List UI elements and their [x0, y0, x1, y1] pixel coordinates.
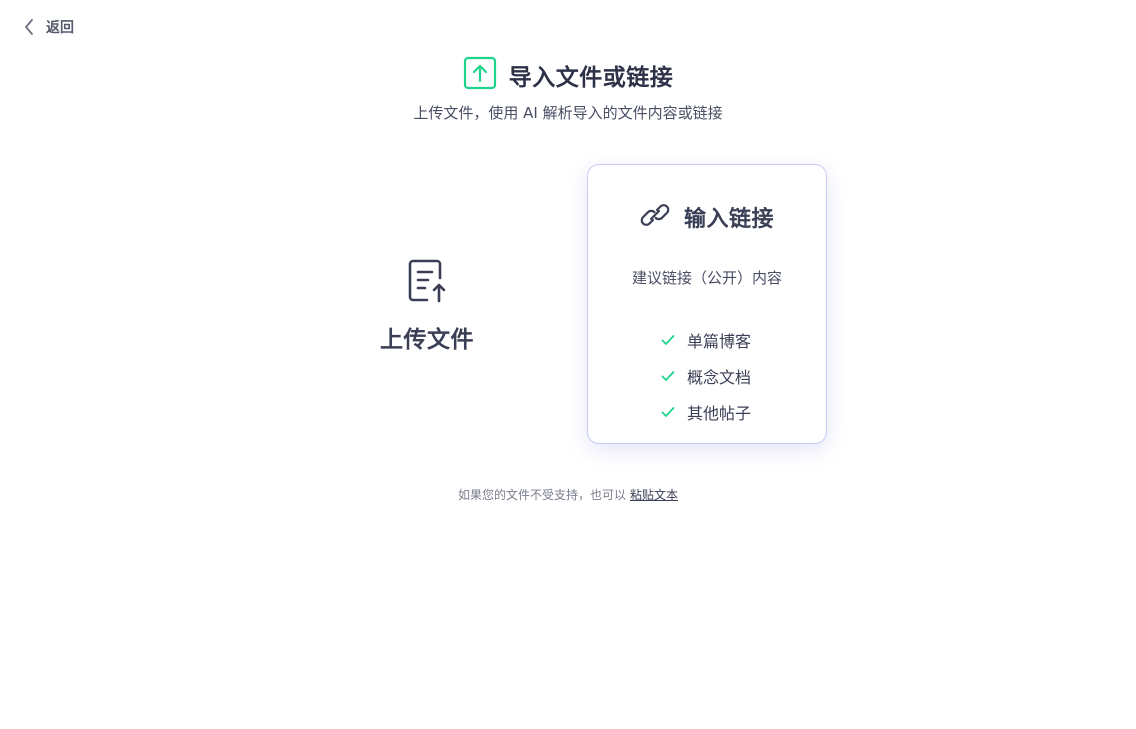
- check-icon: [661, 331, 675, 350]
- check-icon: [661, 367, 675, 386]
- link-icon: [640, 203, 670, 231]
- back-button[interactable]: 返回: [20, 16, 74, 38]
- paste-text-link[interactable]: 粘贴文本: [630, 488, 678, 502]
- file-upload-icon: [405, 254, 449, 310]
- link-card-title: 输入链接: [683, 207, 774, 232]
- page-title: 导入文件或链接: [508, 65, 674, 91]
- list-item-label: 单篇博客: [687, 332, 752, 351]
- page-subtitle: 上传文件，使用 AI 解析导入的文件内容或链接: [413, 104, 723, 122]
- link-card-description: 建议链接（公开）内容: [631, 269, 782, 287]
- footer-text: 如果您的文件不受支持，也可以: [457, 488, 626, 502]
- footer-note: 如果您的文件不受支持，也可以 粘贴文本: [0, 486, 1136, 503]
- check-icon: [661, 403, 675, 422]
- back-label: 返回: [46, 20, 74, 36]
- upload-arrow-icon: [463, 56, 497, 94]
- list-item-label: 概念文档: [687, 368, 752, 387]
- upload-file-option[interactable]: 上传文件: [370, 254, 484, 354]
- chevron-left-icon: [20, 16, 38, 38]
- list-item: 其他帖子: [661, 394, 751, 430]
- upload-file-label: 上传文件: [380, 327, 474, 353]
- page-header: 导入文件或链接: [0, 56, 1136, 94]
- list-item-label: 其他帖子: [687, 404, 752, 423]
- link-card-header: 输入链接: [588, 201, 826, 233]
- list-item: 单篇博客: [661, 322, 751, 358]
- link-input-card[interactable]: 输入链接 建议链接（公开）内容 单篇博客 概念文档 其他帖子: [587, 164, 827, 444]
- link-types-list: 单篇博客 概念文档 其他帖子: [661, 322, 751, 430]
- list-item: 概念文档: [661, 358, 751, 394]
